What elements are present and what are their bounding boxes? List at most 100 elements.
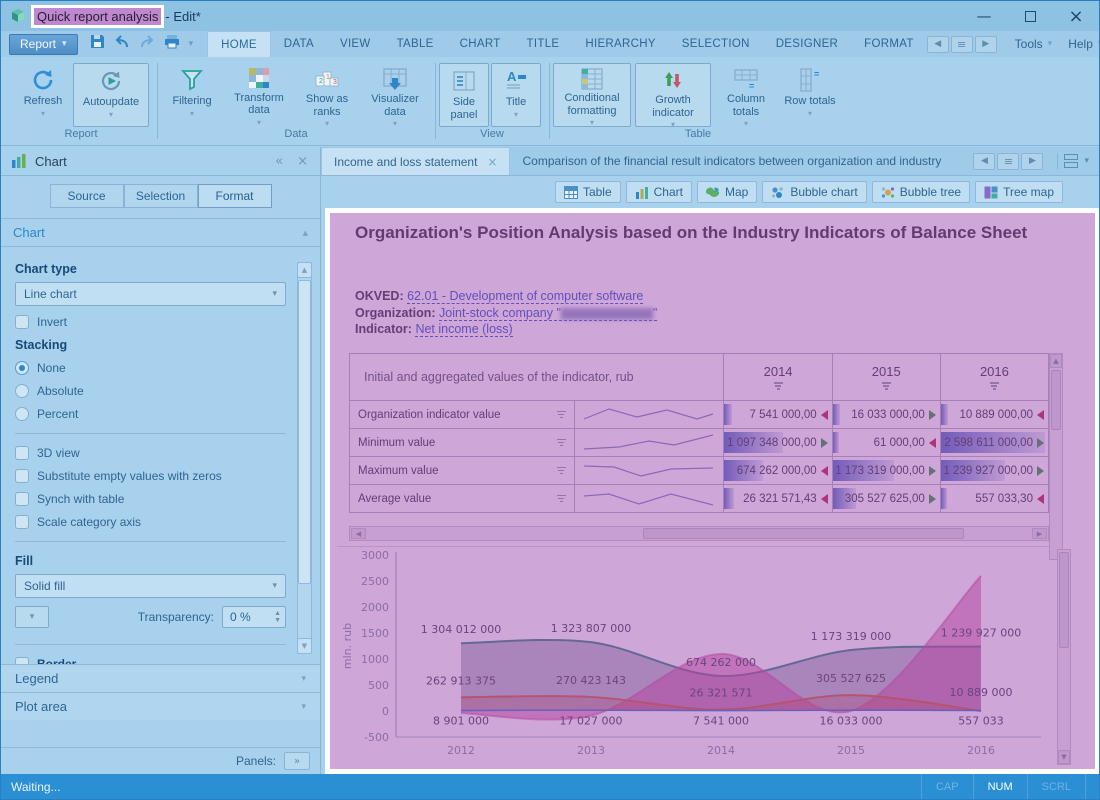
- table-horizontal-scrollbar[interactable]: ◀ ▶: [349, 526, 1049, 541]
- report-menu-button[interactable]: Report▾: [9, 34, 78, 55]
- redo-button[interactable]: [139, 35, 155, 54]
- border-row[interactable]: Border: [15, 657, 286, 664]
- scroll-left-icon[interactable]: ◀: [351, 528, 366, 539]
- chart-scrollbar[interactable]: ▼: [1057, 549, 1071, 765]
- tab-format[interactable]: FORMAT: [851, 31, 927, 57]
- border-checkbox[interactable]: [15, 657, 29, 664]
- minimize-button[interactable]: —: [961, 1, 1007, 31]
- plot-area-section[interactable]: Plot area▾: [1, 692, 320, 720]
- sidebar-tab-source[interactable]: Source: [50, 184, 124, 208]
- sidebar-scrollbar[interactable]: ▲ ▼: [297, 262, 312, 654]
- help-menu[interactable]: Help▾: [1062, 37, 1100, 51]
- legend-section[interactable]: Legend▾: [1, 664, 320, 692]
- view-bubble-chart-button[interactable]: Bubble chart: [762, 181, 866, 203]
- synch-with-table-row[interactable]: Synch with table: [15, 492, 286, 506]
- 3d-view-checkbox[interactable]: [15, 446, 29, 460]
- spin-up-icon[interactable]: ▲: [274, 610, 281, 617]
- doc-tab-comparison[interactable]: Comparison of the financial result indic…: [510, 147, 953, 175]
- transparency-spinner[interactable]: 0 % ▲▼: [222, 606, 286, 628]
- okved-link[interactable]: 62.01 - Development of computer software: [407, 289, 643, 304]
- stacking-none-row[interactable]: None: [15, 361, 286, 375]
- show-as-ranks-button[interactable]: 213 Show as ranks ▾: [295, 63, 359, 127]
- maximize-button[interactable]: [1007, 1, 1053, 31]
- sidebar-tab-format[interactable]: Format: [198, 184, 272, 208]
- close-tab-icon[interactable]: ×: [487, 155, 497, 169]
- scrollbar-thumb[interactable]: [298, 280, 311, 584]
- tab-hierarchy[interactable]: HIERARCHY: [572, 31, 668, 57]
- scale-category-axis-checkbox[interactable]: [15, 515, 29, 529]
- scroll-down-icon[interactable]: ▼: [1058, 750, 1070, 764]
- tab-nav-right-button[interactable]: ▶: [1021, 153, 1043, 170]
- print-button[interactable]: [164, 34, 180, 54]
- view-table-button[interactable]: Table: [555, 181, 621, 203]
- spin-down-icon[interactable]: ▼: [274, 617, 281, 624]
- refresh-button[interactable]: Refresh ▾: [11, 63, 75, 127]
- transform-data-button[interactable]: Transform data ▾: [225, 63, 293, 127]
- undo-button[interactable]: [114, 35, 130, 54]
- tab-designer[interactable]: DESIGNER: [763, 31, 851, 57]
- layout-split-button[interactable]: [1064, 154, 1078, 168]
- year-header-2016[interactable]: 2016: [941, 354, 1049, 400]
- tab-selection[interactable]: SELECTION: [669, 31, 763, 57]
- panels-expand-button[interactable]: »: [284, 752, 310, 770]
- filter-icon[interactable]: [557, 439, 566, 447]
- tools-menu[interactable]: Tools▾: [1009, 37, 1059, 51]
- 3d-view-row[interactable]: 3D view: [15, 446, 286, 460]
- collapse-panel-button[interactable]: «: [275, 154, 283, 169]
- scale-category-axis-row[interactable]: Scale category axis: [15, 515, 286, 529]
- fill-color-dropdown[interactable]: ▾: [15, 606, 49, 628]
- invert-checkbox[interactable]: [15, 315, 29, 329]
- growth-indicator-button[interactable]: Growth indicator ▾: [635, 63, 711, 127]
- conditional-formatting-button[interactable]: Conditional formatting ▾: [553, 63, 631, 127]
- tab-data[interactable]: DATA: [271, 31, 327, 57]
- view-bubble-tree-button[interactable]: Bubble tree: [872, 181, 970, 203]
- close-panel-button[interactable]: ×: [297, 154, 308, 169]
- tab-nav-menu-button[interactable]: ≡: [997, 153, 1019, 170]
- substitute-zeros-checkbox[interactable]: [15, 469, 29, 483]
- scrollbar-thumb[interactable]: [1059, 552, 1069, 648]
- filtering-button[interactable]: Filtering ▾: [161, 63, 223, 127]
- title-button[interactable]: A Title ▾: [491, 63, 541, 127]
- scroll-right-icon[interactable]: ▶: [1032, 528, 1047, 539]
- close-button[interactable]: ×: [1053, 1, 1099, 31]
- sidebar-tab-selection[interactable]: Selection: [124, 184, 198, 208]
- tab-table[interactable]: TABLE: [384, 31, 447, 57]
- chart-type-select[interactable]: Line chart▾: [15, 282, 286, 306]
- stacking-absolute-row[interactable]: Absolute: [15, 384, 286, 398]
- filter-icon[interactable]: [774, 382, 783, 390]
- filter-icon[interactable]: [990, 382, 999, 390]
- year-header-2015[interactable]: 2015: [833, 354, 941, 400]
- stacking-absolute-radio[interactable]: [15, 384, 29, 398]
- nav-right-button[interactable]: ▶: [975, 36, 997, 53]
- substitute-zeros-row[interactable]: Substitute empty values with zeros: [15, 469, 286, 483]
- stacking-none-radio[interactable]: [15, 361, 29, 375]
- stacking-percent-radio[interactable]: [15, 407, 29, 421]
- view-chart-button[interactable]: Chart: [626, 181, 692, 203]
- organization-link[interactable]: Joint-stock company "": [439, 306, 657, 321]
- chart-accordion-header[interactable]: Chart ▲: [1, 218, 320, 247]
- layout-caret-icon[interactable]: ▾: [1084, 156, 1089, 166]
- resize-grip[interactable]: [1085, 774, 1099, 799]
- autoupdate-button[interactable]: Autoupdate ▾: [73, 63, 149, 127]
- stacking-percent-row[interactable]: Percent: [15, 407, 286, 421]
- scroll-down-icon[interactable]: ▼: [297, 638, 312, 654]
- fill-select[interactable]: Solid fill▾: [15, 574, 286, 598]
- scroll-up-icon[interactable]: ▲: [1050, 354, 1062, 368]
- tab-chart[interactable]: CHART: [447, 31, 514, 57]
- filter-icon[interactable]: [557, 495, 566, 503]
- save-button[interactable]: [90, 34, 105, 54]
- side-panel-button[interactable]: Side panel: [439, 63, 489, 127]
- tab-nav-left-button[interactable]: ◀: [973, 153, 995, 170]
- indicator-link[interactable]: Net income (loss): [415, 322, 512, 337]
- print-caret-icon[interactable]: ▾: [189, 39, 194, 49]
- tab-view[interactable]: VIEW: [327, 31, 384, 57]
- visualizer-data-button[interactable]: Visualizer data ▾: [361, 63, 429, 127]
- view-map-button[interactable]: Map: [697, 181, 757, 203]
- view-tree-map-button[interactable]: Tree map: [975, 181, 1063, 203]
- filter-icon[interactable]: [557, 467, 566, 475]
- tab-home[interactable]: HOME: [207, 31, 271, 57]
- invert-checkbox-row[interactable]: Invert: [15, 315, 286, 329]
- filter-icon[interactable]: [557, 411, 566, 419]
- nav-left-button[interactable]: ◀: [927, 36, 949, 53]
- nav-menu-button[interactable]: ≡: [951, 36, 973, 53]
